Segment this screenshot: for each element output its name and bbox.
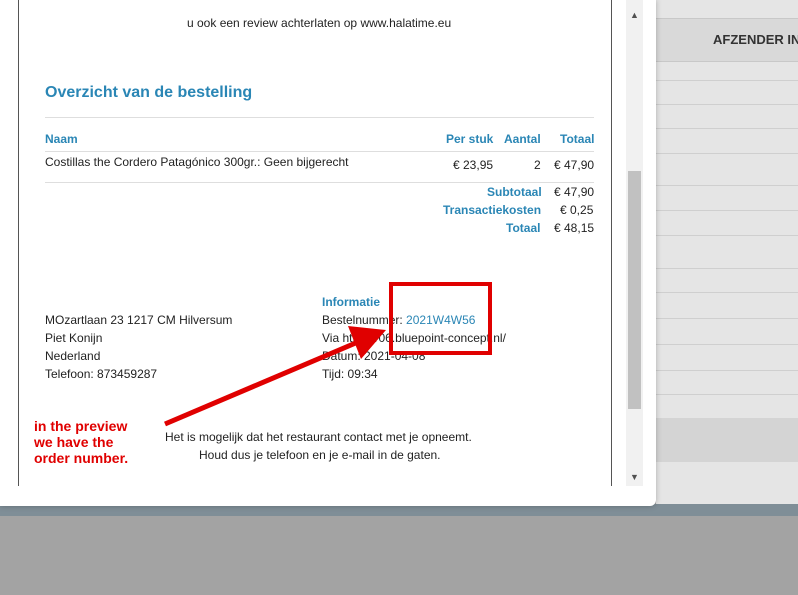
annotation-line: in the preview: [34, 418, 128, 434]
annotation-text: in the preview we have the order number.: [34, 418, 128, 466]
annotation-highlight-box: [389, 282, 492, 355]
annotation-line: order number.: [34, 450, 129, 466]
annotation-arrow-shaft: [164, 339, 359, 427]
annotation-line: we have the: [34, 434, 114, 450]
